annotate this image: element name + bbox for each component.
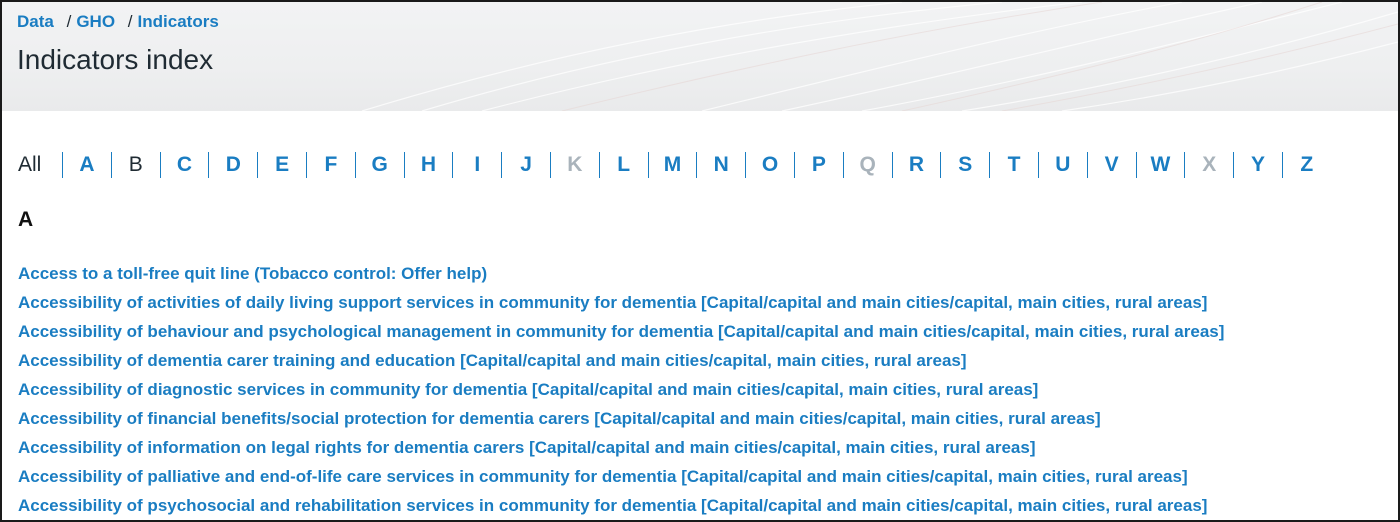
breadcrumb-link-indicators[interactable]: Indicators (138, 12, 219, 31)
indicator-link[interactable]: Accessibility of diagnostic services in … (18, 380, 1038, 399)
alphabet-filter-v[interactable]: V (1086, 152, 1136, 178)
alphabet-filter-w[interactable]: W (1135, 152, 1185, 178)
list-item: Accessibility of financial benefits/soci… (18, 405, 1224, 434)
indicator-link[interactable]: Accessibility of financial benefits/soci… (18, 409, 1101, 428)
list-item: Accessibility of psychosocial and rehabi… (18, 492, 1224, 520)
alphabet-filter-all[interactable]: All (18, 152, 62, 178)
list-item: Accessibility of activities of daily liv… (18, 289, 1224, 318)
breadcrumb-separator: / (66, 12, 72, 31)
list-item: Accessibility of palliative and end-of-l… (18, 463, 1224, 492)
alphabet-filter-t[interactable]: T (989, 152, 1038, 178)
breadcrumb-link-data[interactable]: Data (17, 12, 54, 31)
list-item: Access to a toll-free quit line (Tobacco… (18, 260, 1224, 289)
indicator-link[interactable]: Accessibility of activities of daily liv… (18, 293, 1207, 312)
alphabet-filter-z[interactable]: Z (1281, 152, 1331, 178)
alphabet-filter-x: X (1184, 152, 1233, 178)
alphabet-filter-y[interactable]: Y (1233, 152, 1282, 178)
alphabet-filter-j[interactable]: J (501, 152, 550, 178)
alphabet-filter-i[interactable]: I (452, 152, 501, 178)
alphabet-filter-q: Q (842, 152, 892, 178)
list-item: Accessibility of information on legal ri… (18, 434, 1224, 463)
page-frame: Data / GHO / Indicators Indicators index A… (0, 0, 1400, 522)
list-item: Accessibility of diagnostic services in … (18, 376, 1224, 405)
alphabet-filter-p[interactable]: P (793, 152, 843, 178)
alphabet-filter-s[interactable]: S (940, 152, 989, 178)
list-item: Accessibility of behaviour and psycholog… (18, 318, 1224, 347)
alphabet-filter-f[interactable]: F (305, 152, 355, 178)
indicator-link[interactable]: Accessibility of psychosocial and rehabi… (18, 496, 1207, 515)
indicator-link[interactable]: Accessibility of information on legal ri… (18, 438, 1035, 457)
breadcrumb-link-gho[interactable]: GHO (76, 12, 115, 31)
alphabet-filter-u[interactable]: U (1037, 152, 1087, 178)
alphabet-filter-nav: All A B C D E F G H I J K L M N O P Q R S T U V W X Y Z (18, 150, 1331, 180)
page-title: Indicators index (17, 44, 214, 75)
section-heading: A (18, 208, 34, 231)
indicator-list: Access to a toll-free quit line (Tobacco… (18, 260, 1224, 520)
alphabet-filter-c[interactable]: C (159, 152, 209, 178)
alphabet-filter-g[interactable]: G (354, 152, 404, 178)
alphabet-filter-k: K (549, 152, 599, 178)
alphabet-filter-m[interactable]: M (647, 152, 697, 178)
alphabet-filter-e[interactable]: E (257, 152, 306, 178)
page-header: Data / GHO / Indicators Indicators index (2, 2, 1398, 111)
alphabet-filter-b[interactable]: B (110, 152, 160, 178)
alphabet-filter-n[interactable]: N (696, 152, 745, 178)
alphabet-filter-h[interactable]: H (403, 152, 453, 178)
alphabet-filter-l[interactable]: L (598, 152, 648, 178)
breadcrumb-separator: / (127, 12, 133, 31)
breadcrumb: Data / GHO / Indicators (17, 12, 219, 32)
indicator-link[interactable]: Accessibility of behaviour and psycholog… (18, 322, 1224, 341)
alphabet-filter-a[interactable]: A (62, 152, 111, 178)
alphabet-filter-o[interactable]: O (745, 152, 794, 178)
alphabet-filter-d[interactable]: D (208, 152, 257, 178)
indicator-link[interactable]: Accessibility of palliative and end-of-l… (18, 467, 1188, 486)
indicator-link[interactable]: Access to a toll-free quit line (Tobacco… (18, 264, 487, 283)
list-item: Accessibility of dementia carer training… (18, 347, 1224, 376)
indicator-link[interactable]: Accessibility of dementia carer training… (18, 351, 967, 370)
alphabet-filter-r[interactable]: R (891, 152, 941, 178)
